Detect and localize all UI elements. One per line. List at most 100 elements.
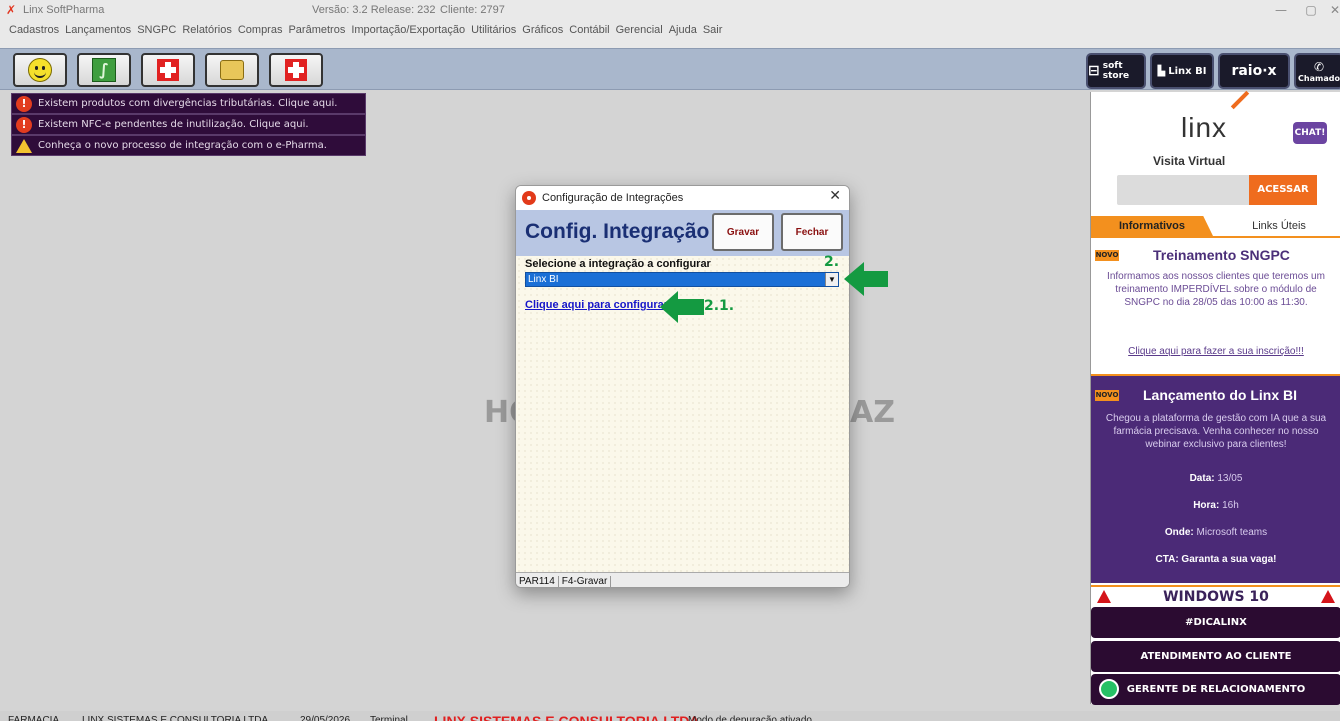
toolbar-cross-button-2[interactable] (269, 53, 323, 87)
novo-badge: NOVO (1095, 250, 1119, 261)
menu-ajuda[interactable]: Ajuda (666, 20, 700, 36)
client-label: Cliente: 2797 (440, 4, 505, 16)
toolbar: ∫ ⊟ soft store ▙ Linx BI raio·x ✆ Chamad… (0, 48, 1340, 90)
raio-x-label: raio·x (1231, 63, 1277, 79)
gravar-button[interactable]: Gravar (712, 213, 774, 251)
status-date: 29/05/2026 (300, 715, 351, 721)
annotation-step-2: 2. (824, 254, 840, 270)
news-body: Chegou a plataforma de gestão com IA que… (1105, 413, 1327, 450)
menu-relatorios[interactable]: Relatórios (179, 20, 235, 36)
dialog-heading: Config. Integração (525, 220, 710, 243)
configure-link[interactable]: Clique aqui para configurar (525, 299, 668, 311)
dicalinx-button[interactable]: #DICALINX (1091, 607, 1340, 638)
inscricao-link[interactable]: Clique aqui para fazer a sua inscrição!!… (1091, 346, 1340, 357)
dropdown-arrow-icon[interactable]: ▼ (825, 273, 838, 286)
status-debug: Modo de depuração ativado (688, 715, 812, 721)
visita-virtual-input[interactable] (1117, 175, 1249, 205)
tab-informativos[interactable]: Informativos (1091, 216, 1213, 236)
notification-epharma[interactable]: Conheça o novo processo de integração co… (11, 135, 366, 156)
acessar-button[interactable]: ACESSAR (1249, 175, 1317, 205)
annotation-step-21: 2.1. (704, 298, 735, 314)
dialog-app-icon (522, 191, 536, 205)
news-card-sngpc: NOVO Treinamento SNGPC Informamos aos no… (1091, 240, 1340, 375)
status-company: LINX SISTEMAS E CONSULTORIA LTDA (82, 715, 269, 721)
menu-parametros[interactable]: Parâmetros (285, 20, 348, 36)
red-cross-icon (157, 59, 179, 81)
notification-tributarias[interactable]: ! Existem produtos com divergências trib… (11, 93, 366, 114)
smiley-icon (28, 58, 52, 82)
atendimento-button[interactable]: ATENDIMENTO AO CLIENTE (1091, 641, 1340, 672)
right-side-panel: linx CHAT! Visita Virtual ACESSAR Inform… (1090, 92, 1340, 705)
gerente-label: GERENTE DE RELACIONAMENTO (1126, 684, 1306, 695)
news-hour-line: Hora: 16h (1091, 500, 1340, 511)
notification-text: Existem NFC-e pendentes de inutilização.… (38, 119, 309, 130)
menu-cadastros[interactable]: Cadastros (6, 20, 62, 36)
dialog-title: Configuração de Integrações (542, 192, 684, 204)
toolbar-cross-button-1[interactable] (141, 53, 195, 87)
menu-importacao-exportacao[interactable]: Importação/Exportação (348, 20, 468, 36)
chamado-label: Chamado (1298, 73, 1340, 83)
fechar-button[interactable]: Fechar (781, 213, 843, 251)
onde-value: Microsoft teams (1196, 527, 1268, 538)
news-where-line: Onde: Microsoft teams (1091, 527, 1340, 538)
store-icon: ⊟ (1088, 63, 1100, 79)
tab-links-uteis[interactable]: Links Úteis (1217, 216, 1340, 236)
chamado-button[interactable]: ✆ Chamado (1294, 53, 1340, 89)
minimize-button[interactable]: — (1266, 0, 1296, 20)
menu-compras[interactable]: Compras (235, 20, 286, 36)
toolbar-document-button[interactable]: ∫ (77, 53, 131, 87)
menu-utilitarios[interactable]: Utilitários (468, 20, 519, 36)
visita-virtual-label: Visita Virtual (1153, 154, 1226, 168)
notification-text: Conheça o novo processo de integração co… (38, 140, 327, 151)
window-titlebar: ✗ Linx SoftPharma Versão: 3.2 Release: 2… (0, 0, 1340, 20)
box-icon (220, 60, 244, 80)
integration-select[interactable]: Linx BI ▼ (525, 272, 839, 287)
integration-select-label: Selecione a integração a configurar (525, 258, 711, 270)
chat-button[interactable]: CHAT! (1293, 122, 1327, 144)
annotation-arrow-21-icon (660, 291, 704, 323)
menu-lancamentos[interactable]: Lançamentos (62, 20, 134, 36)
status-company-highlight: LINX SISTEMAS E CONSULTORIA LTDA (434, 713, 700, 721)
version-label: Versão: 3.2 Release: 232 (312, 4, 436, 16)
data-label: Data: (1189, 473, 1215, 484)
dialog-close-icon[interactable]: ✕ (829, 188, 841, 204)
status-terminal: Terminal (370, 715, 408, 721)
toolbar-smiley-button[interactable] (13, 53, 67, 87)
linx-logo: linx (1181, 112, 1228, 143)
news-card-linx-bi: NOVO Lançamento do Linx BI Chegou a plat… (1091, 376, 1340, 583)
dialog-header: Config. Integração Gravar Fechar (516, 210, 849, 256)
notification-nfce[interactable]: ! Existem NFC-e pendentes de inutilizaçã… (11, 114, 366, 135)
phone-icon: ✆ (1313, 59, 1325, 74)
dialog-titlebar: Configuração de Integrações ✕ (516, 186, 849, 210)
menu-sngpc[interactable]: SNGPC (134, 20, 179, 36)
dialog-statusbar: PAR114 F4-Gravar (516, 572, 849, 587)
news-title: Lançamento do Linx BI (1143, 387, 1298, 403)
raio-x-button[interactable]: raio·x (1218, 53, 1290, 89)
statusbar: FARMACIA LINX SISTEMAS E CONSULTORIA LTD… (0, 711, 1340, 721)
toolbar-box-button[interactable] (205, 53, 259, 87)
windows-10-banner[interactable]: WINDOWS 10 (1091, 585, 1340, 607)
linx-bi-button[interactable]: ▙ Linx BI (1150, 53, 1214, 89)
gerente-button[interactable]: GERENTE DE RELACIONAMENTO (1091, 674, 1340, 705)
data-value: 13/05 (1217, 473, 1243, 484)
hora-value: 16h (1222, 500, 1239, 511)
red-cross-icon (285, 59, 307, 81)
soft-store-label: soft store (1102, 61, 1130, 81)
status-farmacia: FARMACIA (8, 715, 60, 721)
background-watermark-right: AZ (850, 395, 895, 430)
menu-sair[interactable]: Sair (700, 20, 726, 36)
novo-badge: NOVO (1095, 390, 1119, 401)
linx-app-icon: ✗ (6, 3, 17, 17)
status-hint: F4-Gravar (559, 575, 612, 587)
menu-graficos[interactable]: Gráficos (519, 20, 566, 36)
menu-bar: Cadastros Lançamentos SNGPC Relatórios C… (0, 20, 1340, 48)
news-body: Informamos aos nossos clientes que terem… (1107, 271, 1325, 308)
windows-banner-text: WINDOWS 10 (1163, 589, 1269, 605)
warning-icon (16, 138, 32, 153)
menu-gerencial[interactable]: Gerencial (613, 20, 666, 36)
chart-icon: ▙ (1157, 65, 1166, 77)
soft-store-button[interactable]: ⊟ soft store (1086, 53, 1146, 89)
menu-contabil[interactable]: Contábil (566, 20, 612, 36)
close-window-button[interactable]: ✕ (1320, 0, 1340, 20)
error-icon: ! (16, 95, 32, 112)
